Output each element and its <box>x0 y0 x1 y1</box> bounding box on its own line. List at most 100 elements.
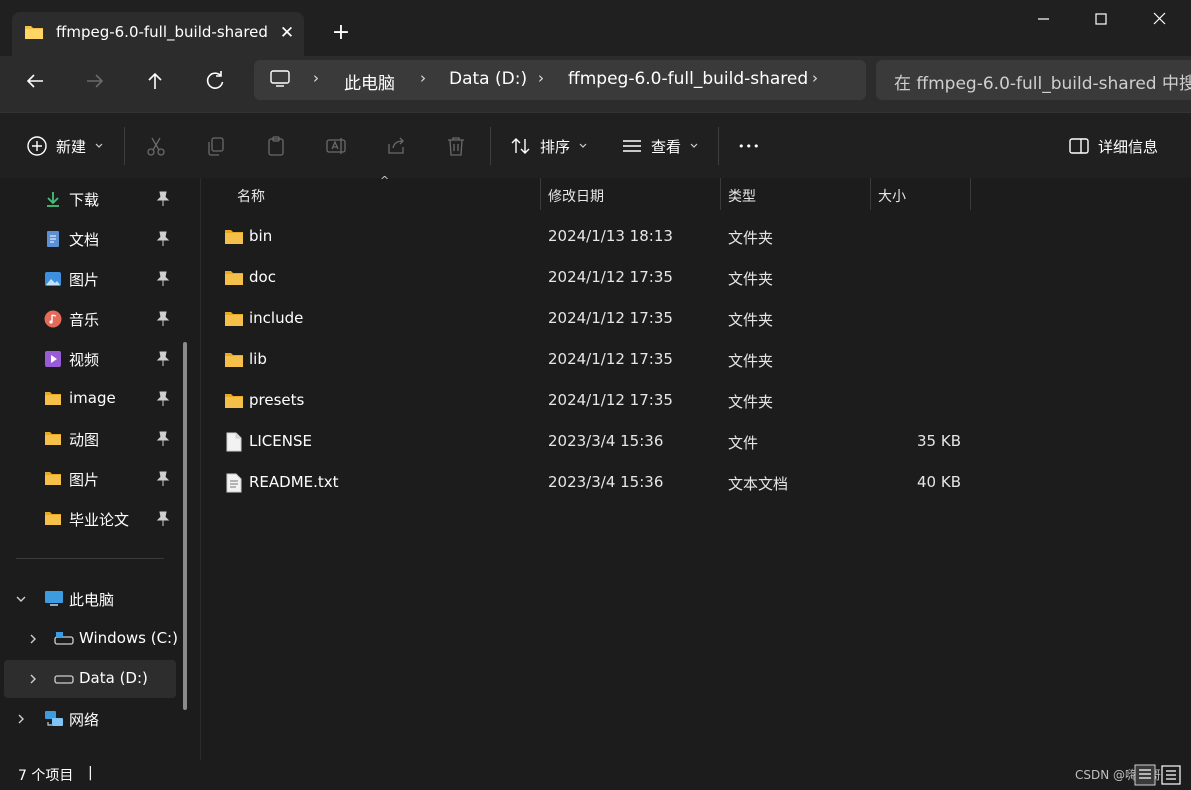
chevron-right-icon[interactable] <box>26 630 40 648</box>
tab-close-button[interactable]: ✕ <box>274 20 300 46</box>
column-separator[interactable] <box>870 178 871 210</box>
breadcrumb-item-this-pc[interactable]: 此电脑 <box>344 69 395 94</box>
pin-icon[interactable] <box>156 391 170 407</box>
search-input[interactable]: 在 ffmpeg-6.0-full_build-shared 中搜索 <box>876 60 1191 100</box>
copy-icon[interactable] <box>205 135 227 157</box>
sidebar-item-image[interactable]: image <box>4 380 176 418</box>
drive-icon <box>54 630 74 648</box>
pin-icon[interactable] <box>156 271 170 287</box>
breadcrumb-item-current-folder[interactable]: ffmpeg-6.0-full_build-shared <box>568 69 808 89</box>
sidebar-item-music[interactable]: 音乐 <box>4 300 176 338</box>
folder-icon <box>224 351 244 372</box>
sidebar-item-videos[interactable]: 视频 <box>4 340 176 378</box>
sidebar-scrollbar[interactable] <box>183 342 187 710</box>
file-row-lib[interactable]: lib 2024/1/12 17:35 文件夹 <box>216 341 976 379</box>
forward-button[interactable] <box>74 64 116 98</box>
up-button[interactable] <box>134 64 176 98</box>
pin-icon[interactable] <box>156 231 170 247</box>
sidebar-item-label: 毕业论文 <box>69 511 130 529</box>
details-pane-button[interactable]: 详细信息 <box>1068 133 1158 159</box>
folder-icon <box>44 510 62 528</box>
network-icon <box>44 710 63 728</box>
toolbar-divider <box>490 127 491 165</box>
pin-icon[interactable] <box>156 511 170 527</box>
search-placeholder: 在 ffmpeg-6.0-full_build-shared 中搜索 <box>894 74 1191 94</box>
file-modified: 2024/1/13 18:13 <box>548 227 673 245</box>
column-header-modified[interactable]: 修改日期 <box>548 186 604 206</box>
new-label: 新建 <box>56 137 87 156</box>
refresh-button[interactable] <box>194 64 236 98</box>
view-button[interactable]: 查看 <box>621 133 699 159</box>
sidebar-item-label: 网络 <box>69 711 100 729</box>
address-bar[interactable]: › 此电脑 › Data (D:) › ffmpeg-6.0-full_buil… <box>254 60 866 100</box>
folder-icon <box>224 228 244 249</box>
file-row-readme[interactable]: README.txt 2023/3/4 15:36 文本文档 40 KB <box>216 464 976 502</box>
pin-icon[interactable] <box>156 431 170 447</box>
document-icon <box>44 230 62 248</box>
monitor-icon[interactable] <box>270 70 290 92</box>
maximize-button[interactable] <box>1072 0 1130 38</box>
file-row-presets[interactable]: presets 2024/1/12 17:35 文件夹 <box>216 382 976 420</box>
chevron-down-icon[interactable] <box>14 590 28 608</box>
breadcrumb-item-data-drive[interactable]: Data (D:) <box>449 69 527 89</box>
file-row-bin[interactable]: bin 2024/1/13 18:13 文件夹 <box>216 218 976 256</box>
file-row-doc[interactable]: doc 2024/1/12 17:35 文件夹 <box>216 259 976 297</box>
column-header-size[interactable]: 大小 <box>878 186 906 206</box>
column-separator[interactable] <box>540 178 541 210</box>
sort-icon <box>511 138 530 154</box>
delete-icon[interactable] <box>445 135 467 157</box>
sidebar-item-label: 此电脑 <box>69 591 115 609</box>
sidebar-item-pictures[interactable]: 图片 <box>4 260 176 298</box>
sidebar-item-drive-d[interactable]: Data (D:) <box>4 660 176 698</box>
sidebar-item-gifs[interactable]: 动图 <box>4 420 176 458</box>
chevron-right-icon[interactable] <box>26 670 40 688</box>
column-separator[interactable] <box>720 178 721 210</box>
minimize-button[interactable] <box>1014 0 1072 38</box>
chevron-right-icon[interactable] <box>14 710 28 728</box>
back-button[interactable] <box>14 64 56 98</box>
pin-icon[interactable] <box>156 191 170 207</box>
cut-icon[interactable] <box>145 135 167 157</box>
details-view-icon[interactable] <box>1134 764 1156 790</box>
tab-current[interactable]: ffmpeg-6.0-full_build-shared ✕ <box>12 12 304 56</box>
column-separator[interactable] <box>970 178 971 210</box>
sidebar-item-downloads[interactable]: 下载 <box>4 180 176 218</box>
sort-label: 排序 <box>540 137 571 156</box>
breadcrumb-chevron[interactable]: › <box>538 69 544 87</box>
close-window-button[interactable] <box>1130 0 1188 38</box>
tiles-view-icon[interactable] <box>1160 764 1182 790</box>
paste-icon[interactable] <box>265 135 287 157</box>
sidebar-item-documents[interactable]: 文档 <box>4 220 176 258</box>
file-row-license[interactable]: LICENSE 2023/3/4 15:36 文件 35 KB <box>216 423 976 461</box>
sidebar-item-pictures-folder[interactable]: 图片 <box>4 460 176 498</box>
sidebar-item-thesis[interactable]: 毕业论文 <box>4 500 176 538</box>
folder-icon <box>224 392 244 413</box>
new-button[interactable]: 新建 <box>26 133 104 159</box>
share-icon[interactable] <box>385 135 407 157</box>
breadcrumb-chevron[interactable]: › <box>812 69 818 87</box>
sort-button[interactable]: 排序 <box>510 133 588 159</box>
breadcrumb-chevron[interactable]: › <box>313 69 319 87</box>
drive-icon <box>54 670 74 688</box>
breadcrumb-chevron[interactable]: › <box>420 69 426 87</box>
column-header-type[interactable]: 类型 <box>728 186 756 206</box>
file-type: 文件夹 <box>728 393 774 411</box>
pin-icon[interactable] <box>156 311 170 327</box>
chevron-down-icon <box>95 143 103 148</box>
monitor-icon <box>44 590 63 608</box>
status-separator: | <box>88 765 93 781</box>
file-name: presets <box>249 391 305 409</box>
rename-icon[interactable] <box>325 135 347 157</box>
file-row-include[interactable]: include 2024/1/12 17:35 文件夹 <box>216 300 976 338</box>
column-header-name[interactable]: 名称 <box>237 186 265 206</box>
sidebar-item-this-pc[interactable]: 此电脑 <box>4 580 176 618</box>
sidebar-item-label: Data (D:) <box>79 669 148 687</box>
more-options-button[interactable]: ••• <box>738 133 760 159</box>
pin-icon[interactable] <box>156 471 170 487</box>
pin-icon[interactable] <box>156 351 170 367</box>
sidebar-item-network[interactable]: 网络 <box>4 700 176 738</box>
item-count: 7 个项目 <box>18 768 74 784</box>
new-tab-button[interactable]: + <box>326 18 356 48</box>
sidebar-item-drive-c[interactable]: Windows (C:) <box>4 620 178 658</box>
file-type: 文本文档 <box>728 475 789 493</box>
